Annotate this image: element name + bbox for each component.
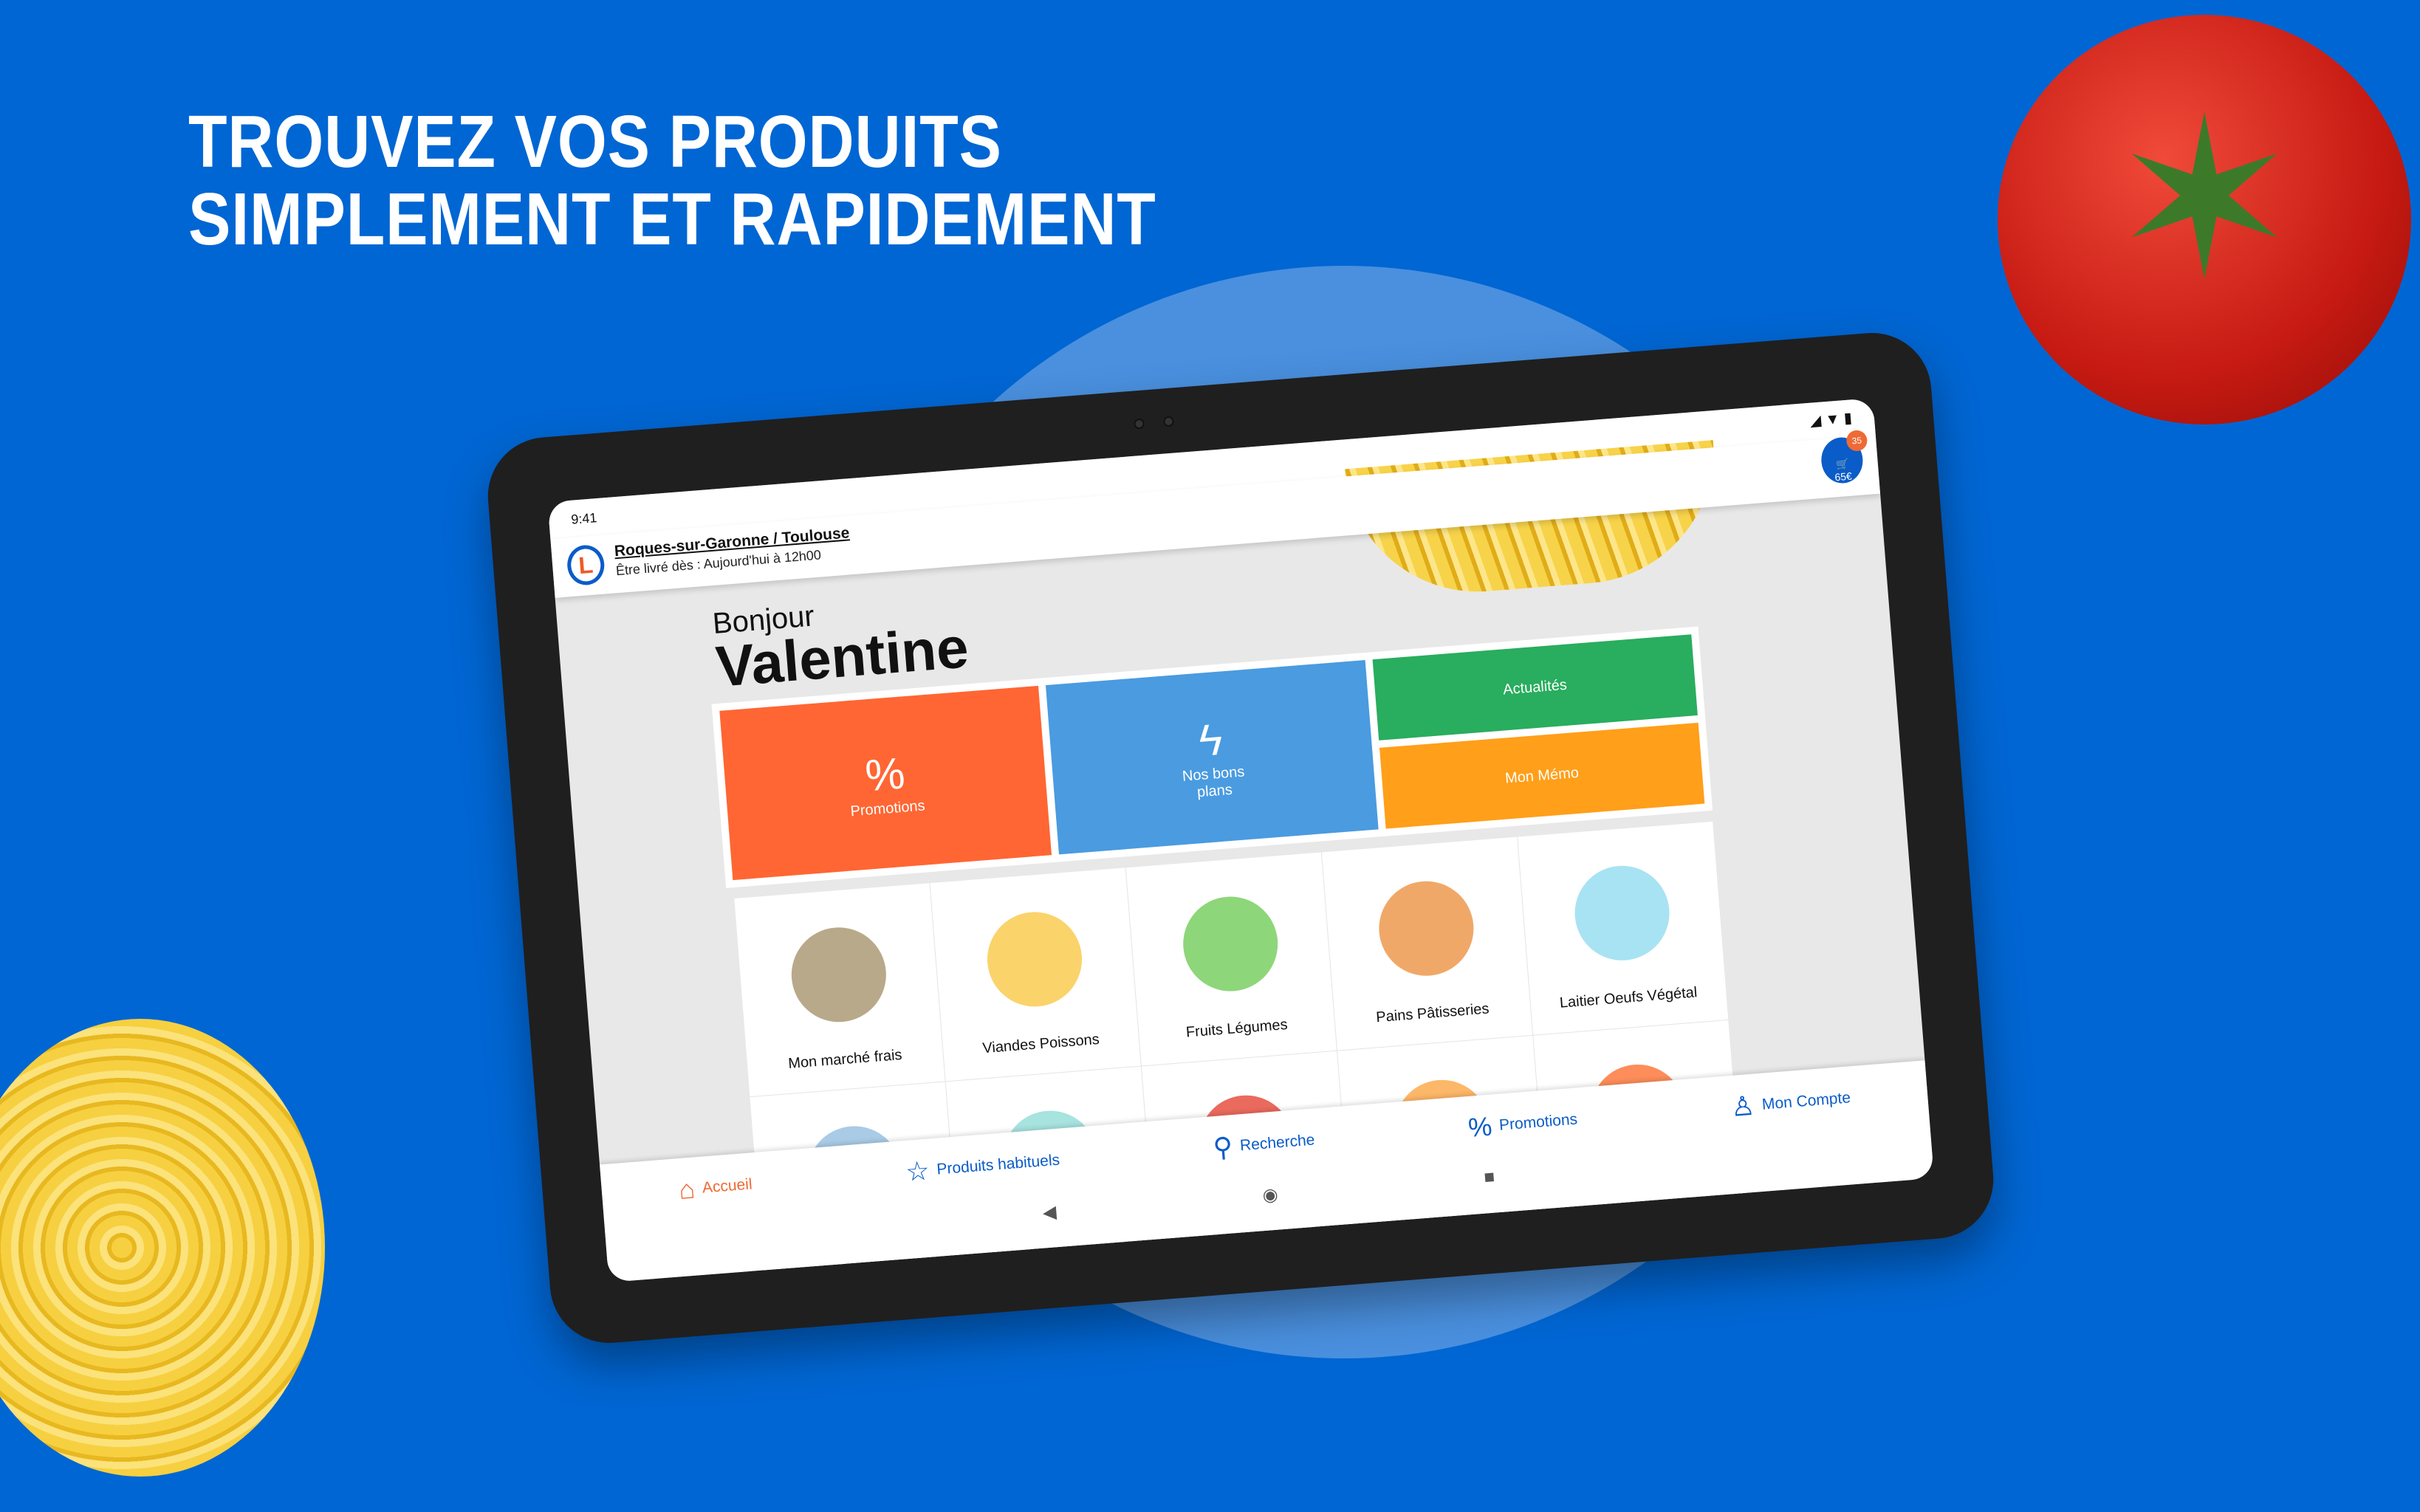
category-item[interactable]: Mon marché frais — [734, 883, 946, 1098]
nav-item-produits-habituels[interactable]: ☆ Produits habituels — [905, 1145, 1061, 1188]
category-label: Mon marché frais — [787, 1046, 903, 1072]
nav-item-recherche[interactable]: ⚲ Recherche — [1212, 1124, 1316, 1164]
category-item[interactable]: Viandes Poissons — [930, 867, 1142, 1082]
status-time: 9:41 — [570, 510, 598, 527]
bons-plans-tile[interactable]: ϟ Nos bons plans — [1046, 660, 1379, 855]
nav-item-accueil[interactable]: ⌂ Accueil — [678, 1169, 753, 1206]
category-label: Pains Pâtisseries — [1375, 1000, 1490, 1026]
nav-item-mon-compte[interactable]: ♙ Mon Compte — [1730, 1082, 1851, 1123]
tomato-image: ✶ — [1998, 15, 2411, 425]
leclerc-logo: L — [566, 543, 606, 587]
cart-button[interactable]: 🛒 65€ 35 — [1820, 429, 1868, 485]
nav-label: Mon Compte — [1761, 1089, 1851, 1113]
tile-label: Promotions — [849, 797, 926, 819]
category-image — [1179, 893, 1281, 995]
tile-label: Mon Mémo — [1504, 764, 1580, 787]
lightning-icon: ϟ — [1196, 714, 1224, 766]
memo-tile[interactable]: Mon Mémo — [1379, 722, 1705, 829]
home-system-button[interactable]: ◉ — [1261, 1184, 1279, 1207]
recents-button[interactable]: ■ — [1484, 1166, 1496, 1189]
category-label: Laitier Oeufs Végétal — [1559, 984, 1699, 1011]
user-icon: ♙ — [1730, 1090, 1756, 1122]
category-image — [1571, 862, 1673, 964]
cart-icon: 🛒 — [1835, 457, 1850, 471]
cart-total: 65€ — [1834, 470, 1853, 484]
nav-label: Produits habituels — [936, 1151, 1060, 1178]
headline-line-1: TROUVEZ VOS PRODUITS — [188, 100, 1002, 183]
category-image — [1375, 877, 1477, 980]
tablet-device: 9:41 ◢ ▼ ▮ L Roques-sur-Garonne / Toulou… — [483, 329, 1998, 1347]
back-button[interactable]: ◀ — [1042, 1201, 1058, 1223]
percent-icon: % — [863, 748, 907, 801]
headline: TROUVEZ VOS PRODUITS SIMPLEMENT ET RAPID… — [188, 103, 1156, 258]
category-item[interactable]: Fruits Légumes — [1125, 852, 1338, 1067]
tile-label: Nos bons plans — [1182, 763, 1246, 801]
nav-item-promotions[interactable]: % Promotions — [1467, 1104, 1579, 1144]
home-icon: ⌂ — [677, 1173, 696, 1206]
headline-line-2: SIMPLEMENT ET RAPIDEMENT — [188, 178, 1156, 261]
category-label: Viandes Poissons — [981, 1031, 1100, 1057]
category-image — [983, 908, 1086, 1011]
promotions-tile[interactable]: % Promotions — [719, 685, 1052, 881]
camera — [1162, 416, 1174, 427]
tile-label: Actualités — [1502, 676, 1568, 698]
actualites-tile[interactable]: Actualités — [1372, 634, 1698, 740]
search-icon: ⚲ — [1212, 1131, 1234, 1164]
app-screen: 9:41 ◢ ▼ ▮ L Roques-sur-Garonne / Toulou… — [547, 398, 1935, 1282]
category-item[interactable]: Pains Pâtisseries — [1321, 836, 1534, 1051]
category-item[interactable]: Laitier Oeufs Végétal — [1518, 821, 1730, 1036]
signal-wifi-battery-icon: ◢ ▼ ▮ — [1809, 410, 1853, 430]
category-image — [787, 924, 890, 1026]
nav-label: Accueil — [702, 1175, 753, 1197]
star-icon: ☆ — [904, 1155, 931, 1187]
percent-icon: % — [1467, 1110, 1493, 1143]
category-label: Fruits Légumes — [1185, 1016, 1289, 1041]
camera — [1134, 418, 1145, 430]
pasta-image — [0, 1019, 325, 1477]
nav-label: Promotions — [1498, 1110, 1578, 1134]
nav-label: Recherche — [1239, 1131, 1316, 1155]
